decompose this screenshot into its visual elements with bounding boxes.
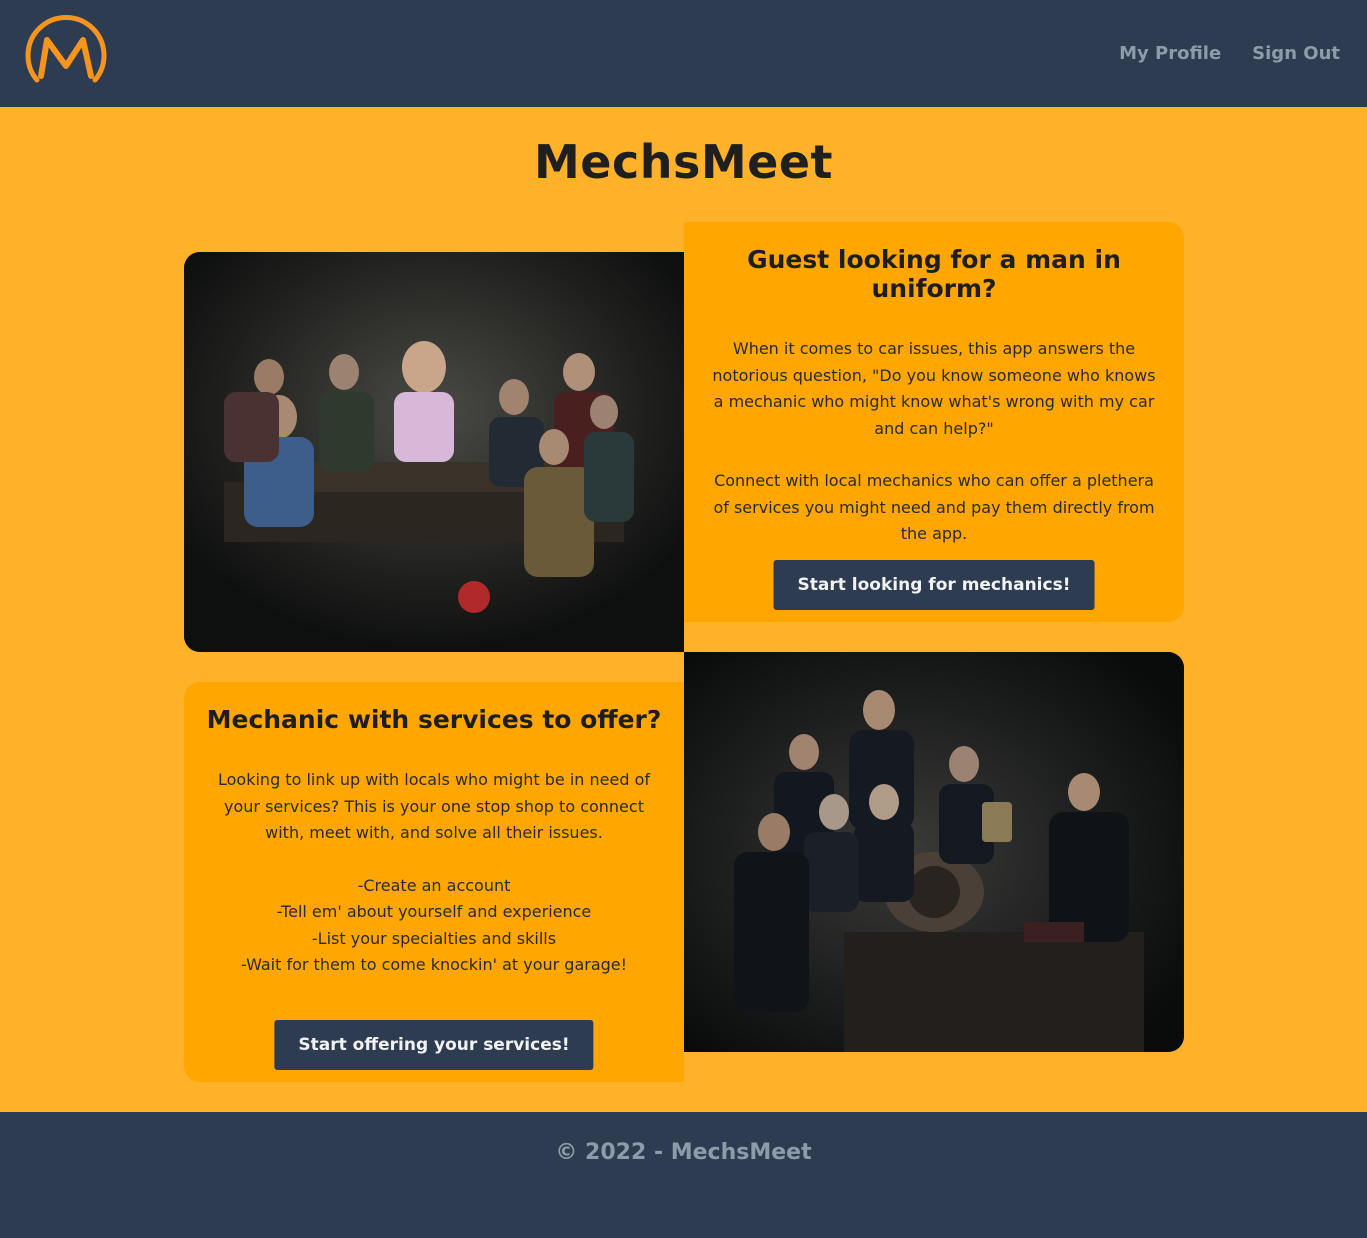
guest-card-heading: Guest looking for a man in uniform? (747, 245, 1121, 303)
list-item: -List your specialties and skills (311, 928, 557, 948)
nav-my-profile-link[interactable]: My Profile (1119, 43, 1221, 64)
mechanics-supper-photo (184, 252, 684, 652)
footer-copyright: © 2022 - MechsMeet (555, 1140, 812, 1165)
footer: © 2022 - MechsMeet (0, 1112, 1367, 1238)
page-title: MechsMeet (533, 135, 834, 189)
list-item: -Tell em' about yourself and experience (276, 902, 592, 921)
mechsmeet-logo-icon[interactable] (23, 14, 109, 94)
start-offering-button[interactable]: Start offering your services! (274, 1020, 594, 1070)
list-item: -Create an account (357, 875, 511, 895)
mechanic-card-list: -Create an account -Tell em' about yours… (184, 873, 684, 979)
guest-card: Guest looking for a man in uniform? When… (684, 222, 1184, 622)
guest-card-paragraph-2: Connect with local mechanics who can off… (713, 471, 1155, 543)
mechanic-card-paragraph-1: Looking to link up with locals who might… (218, 770, 650, 842)
start-looking-button[interactable]: Start looking for mechanics! (773, 560, 1095, 610)
guest-card-paragraph-1: When it comes to car issues, this app an… (712, 339, 1156, 438)
nav-links: My Profile Sign Out (1119, 43, 1340, 64)
top-nav-bar: My Profile Sign Out (0, 0, 1367, 107)
mechanics-engine-photo (684, 652, 1184, 1052)
main-content: MechsMeet Guest looking for a man in uni… (0, 107, 1367, 1112)
mechanic-card-heading: Mechanic with services to offer? (206, 705, 662, 734)
nav-sign-out-link[interactable]: Sign Out (1252, 43, 1340, 64)
list-item: -Wait for them to come knockin' at your … (240, 955, 628, 974)
mechanic-card: Mechanic with services to offer? Looking… (184, 682, 684, 1082)
